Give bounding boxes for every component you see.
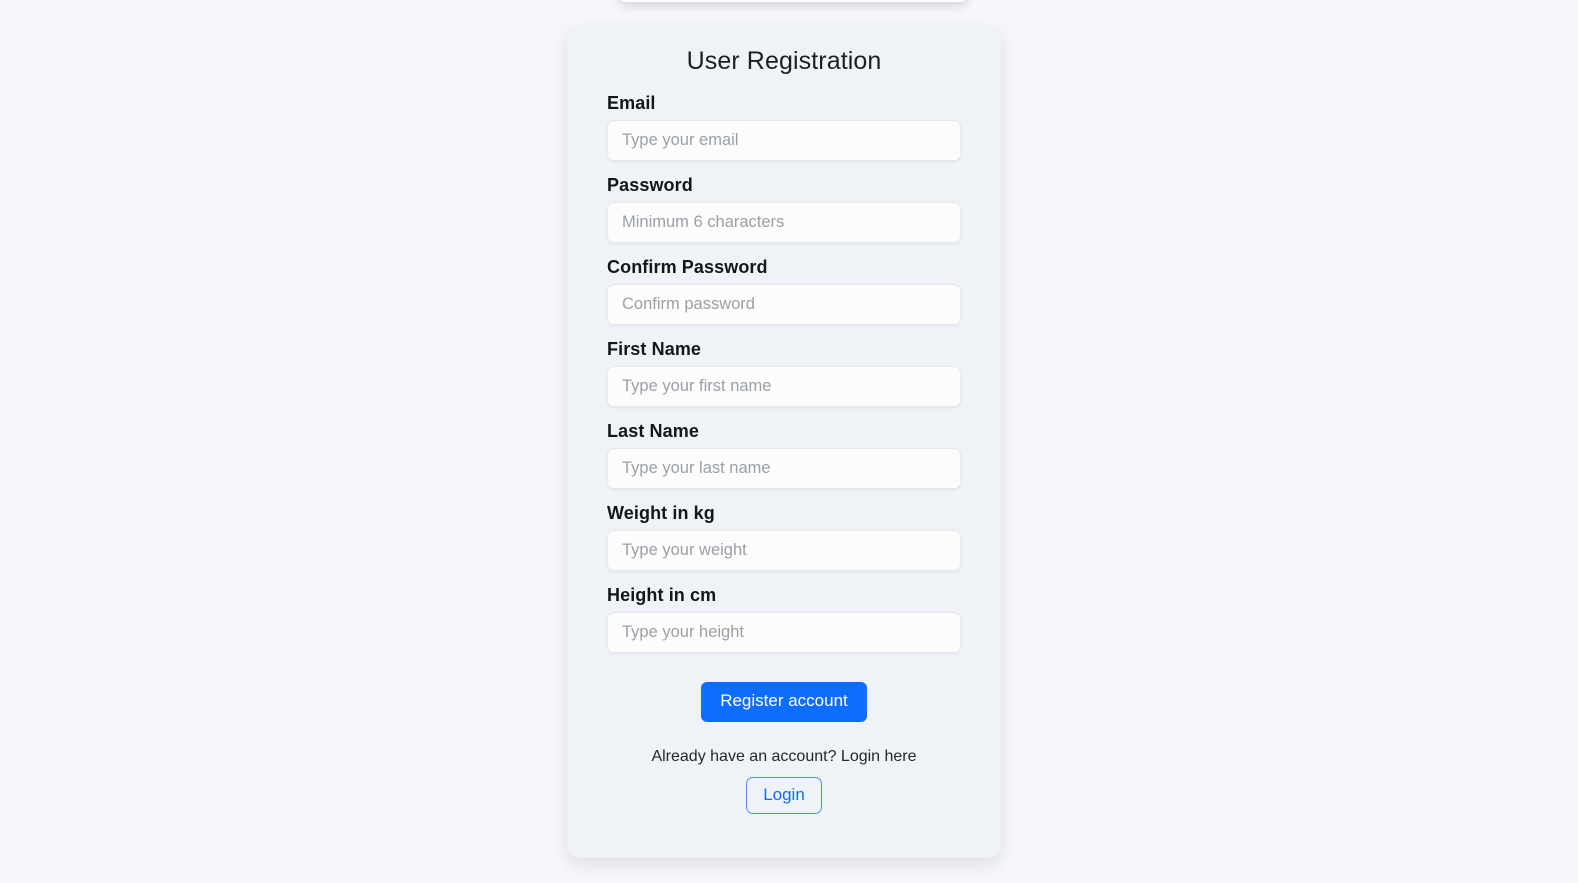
- weight-input[interactable]: [607, 530, 961, 571]
- label-email: Email: [607, 93, 656, 113]
- last-name-input[interactable]: [607, 448, 961, 489]
- email-input[interactable]: [607, 120, 961, 161]
- first-name-input[interactable]: [607, 366, 961, 407]
- login-button[interactable]: Login: [746, 776, 822, 815]
- register-action-row: Register account: [607, 682, 961, 722]
- field-email: Email: [607, 93, 961, 161]
- field-password: Password: [607, 175, 961, 243]
- page-title: User Registration: [686, 47, 882, 75]
- label-height: Height in cm: [607, 585, 717, 605]
- login-action-row: Login: [607, 776, 961, 815]
- password-input[interactable]: [607, 202, 961, 243]
- login-prompt-text: Already have an account? Login here: [651, 747, 917, 765]
- field-confirm-password: Confirm Password: [607, 257, 961, 325]
- field-last-name: Last Name: [607, 421, 961, 489]
- label-last-name: Last Name: [607, 421, 699, 441]
- register-account-button[interactable]: Register account: [701, 682, 867, 722]
- label-weight: Weight in kg: [607, 503, 715, 523]
- field-first-name: First Name: [607, 339, 961, 407]
- registration-card: User Registration Email Password Confirm…: [567, 27, 1001, 858]
- offscreen-panel-shadow: [618, 0, 968, 2]
- label-confirm-password: Confirm Password: [607, 257, 768, 277]
- label-password: Password: [607, 175, 693, 195]
- registration-form: Email Password Confirm Password First Na…: [567, 93, 1001, 815]
- height-input[interactable]: [607, 612, 961, 653]
- field-height: Height in cm: [607, 585, 961, 653]
- field-weight: Weight in kg: [607, 503, 961, 571]
- confirm-password-input[interactable]: [607, 284, 961, 325]
- label-first-name: First Name: [607, 339, 702, 359]
